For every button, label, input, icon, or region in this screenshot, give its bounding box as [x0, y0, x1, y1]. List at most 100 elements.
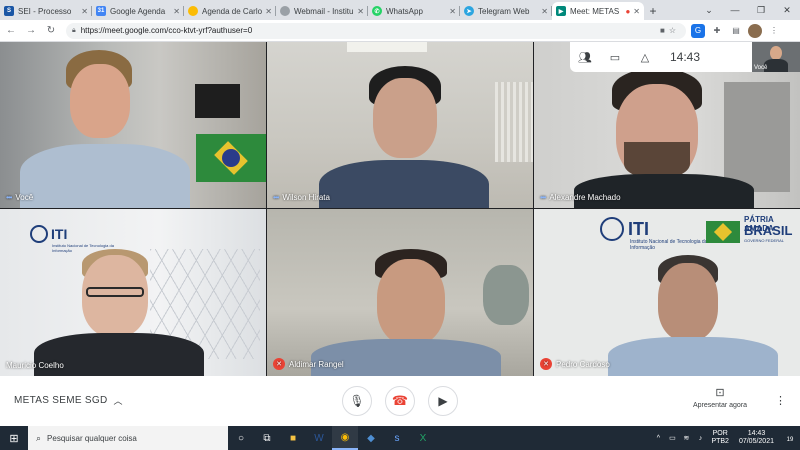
tab-title: WhatsApp [386, 6, 423, 16]
participant-tile[interactable]: ITI Instituto Nacional de Tecnologia da … [0, 209, 266, 376]
bookmark-star-icon[interactable]: ☆ [669, 26, 680, 35]
chevron-up-icon[interactable]: ^ [651, 435, 665, 442]
volume-icon[interactable]: ♪ [693, 435, 707, 442]
participant-name-tag: Mauricio Coelho [6, 361, 64, 370]
close-icon[interactable]: ✕ [633, 7, 640, 16]
participant-tile[interactable]: ••• Wilson Hirata [267, 42, 533, 208]
language-code: POR [712, 430, 728, 437]
puzzle-icon[interactable]: ✚ [710, 24, 724, 38]
recording-dot-icon: ● [625, 6, 631, 16]
teams-icon[interactable]: ◆ [358, 426, 384, 450]
speaking-indicator-icon: ••• [273, 193, 279, 202]
reload-icon[interactable]: ↻ [42, 22, 60, 40]
tab-sei[interactable]: S SEI - Processo ✕ [0, 2, 92, 20]
hang-up-button[interactable]: ☎︎ [385, 386, 415, 416]
participant-name: Wilson Hirata [282, 193, 330, 202]
meet-favicon-icon: ▶ [556, 6, 566, 16]
new-tab-button[interactable]: + [644, 2, 662, 20]
menu-kebab-icon[interactable]: ⋮ [767, 24, 781, 38]
file-explorer-icon[interactable]: ■ [280, 426, 306, 450]
tab-title: Agenda de Carlo [202, 6, 263, 16]
close-window-button[interactable]: ✕ [774, 0, 800, 20]
tab-search-icon[interactable]: ⌄ [696, 0, 722, 20]
glasses [86, 287, 144, 297]
meeting-clock: 14:43 [670, 50, 701, 64]
camera-button[interactable]: ▶ [428, 386, 458, 416]
speaking-indicator-icon: ••• [6, 193, 12, 202]
iti-logo: ITI [30, 225, 67, 243]
more-options-icon[interactable]: ⋮ [775, 394, 786, 407]
close-icon[interactable]: ✕ [449, 7, 456, 16]
minimize-button[interactable]: — [722, 0, 748, 20]
iti-logo: ITI [600, 217, 649, 241]
close-icon[interactable]: ✕ [173, 7, 180, 16]
close-icon[interactable]: ✕ [357, 7, 364, 16]
meeting-details-button[interactable]: METAS SEME SGD ︿ [14, 394, 123, 407]
address-bar[interactable]: 🔒︎ https://meet.google.com/cco-ktvt-yrf?… [66, 22, 686, 39]
iti-subtitle: Instituto Nacional de Tecnologia da Info… [630, 239, 708, 251]
windows-taskbar: ⊞ ⌕ Pesquisar qualquer coisa ○ ⧉ ■ W ◉ ◆… [0, 426, 800, 450]
chrome-favicon-icon [188, 6, 198, 16]
url-text: https://meet.google.com/cco-ktvt-yrf?aut… [80, 26, 253, 35]
participant-tile[interactable]: ••• Você [0, 42, 266, 208]
activities-icon[interactable]: △ [630, 42, 660, 72]
tab-webmail[interactable]: Webmail - Institu ✕ [276, 2, 368, 20]
notification-center-icon[interactable]: 19 [780, 433, 800, 443]
sei-icon[interactable]: s [384, 426, 410, 450]
mic-muted-icon: ✕ [540, 358, 552, 370]
tab-meet[interactable]: ▶ Meet: METAS ● ✕ [552, 2, 644, 20]
window-controls: ⌄ — ❐ ✕ [696, 0, 800, 20]
wall-panel [724, 82, 790, 192]
microphone-button[interactable]: 🎙︎ [342, 386, 372, 416]
tab-title: SEI - Processo [18, 6, 72, 16]
back-icon[interactable]: ← [2, 22, 20, 40]
close-icon[interactable]: ✕ [541, 7, 548, 16]
tab-title: Webmail - Institu [294, 6, 354, 16]
participant-name-tag: ••• Você [6, 193, 33, 202]
tab-agenda-carlos[interactable]: Agenda de Carlo ✕ [184, 2, 276, 20]
screen: S SEI - Processo ✕ 31 Google Agenda ✕ Agenda… [0, 0, 800, 450]
language-indicator[interactable]: POR PTB2 [711, 430, 729, 446]
excel-icon[interactable]: X [410, 426, 436, 450]
avatar[interactable] [748, 23, 762, 38]
chat-icon[interactable]: ▭ [600, 42, 630, 72]
present-label: Apresentar agora [692, 402, 748, 409]
taskbar-search-input[interactable]: ⌕ Pesquisar qualquer coisa [28, 426, 228, 450]
phone-hangup-icon: ☎︎ [391, 393, 409, 408]
camera-permission-icon[interactable]: ■ [660, 26, 669, 35]
windows-start-icon[interactable]: ⊞ [0, 426, 28, 450]
sei-favicon-icon: S [4, 6, 14, 16]
task-view-icon[interactable]: ⧉ [254, 426, 280, 450]
reading-list-icon[interactable]: ▤ [729, 24, 743, 38]
wall-decoration [483, 265, 529, 325]
participant-tile[interactable]: ✕ Aldimar Rangel [267, 209, 533, 376]
present-now-button[interactable]: ⊡ Apresentar agora [688, 386, 752, 409]
tab-telegram[interactable]: ➤ Telegram Web ✕ [460, 2, 552, 20]
speaking-indicator-icon: ••• [540, 193, 546, 202]
forward-icon[interactable]: → [22, 22, 40, 40]
system-tray: ^ ▭ ≋ ♪ POR PTB2 14:43 07/05/2021 19 [651, 426, 800, 450]
network-icon[interactable]: ▭ [665, 434, 679, 442]
tab-google-agenda[interactable]: 31 Google Agenda ✕ [92, 2, 184, 20]
close-icon[interactable]: ✕ [265, 7, 272, 16]
tab-whatsapp[interactable]: ✆ WhatsApp ✕ [368, 2, 460, 20]
wifi-icon[interactable]: ≋ [679, 434, 693, 442]
people-icon[interactable]: 👥︎ [570, 42, 600, 72]
extension-icon[interactable]: G [691, 23, 705, 38]
participant-name: Aldimar Rangel [289, 359, 344, 369]
meeting-name: METAS SEME SGD [14, 395, 108, 406]
participant-tile[interactable]: ITI Instituto Nacional de Tecnologia da … [534, 209, 800, 376]
self-view[interactable]: Você [752, 42, 800, 72]
participant-name: Alexandre Machado [549, 193, 621, 202]
microphone-icon: 🎙︎ [349, 394, 365, 408]
webmail-favicon-icon [280, 6, 290, 16]
close-icon[interactable]: ✕ [81, 7, 88, 16]
mic-muted-icon: ✕ [273, 358, 285, 370]
tab-title: Meet: METAS [570, 6, 620, 16]
chrome-icon[interactable]: ◉ [332, 426, 358, 450]
word-icon[interactable]: W [306, 426, 332, 450]
maximize-button[interactable]: ❐ [748, 0, 774, 20]
cortana-icon[interactable]: ○ [228, 426, 254, 450]
clock[interactable]: 14:43 07/05/2021 [739, 430, 774, 446]
clock-date: 07/05/2021 [738, 438, 774, 445]
